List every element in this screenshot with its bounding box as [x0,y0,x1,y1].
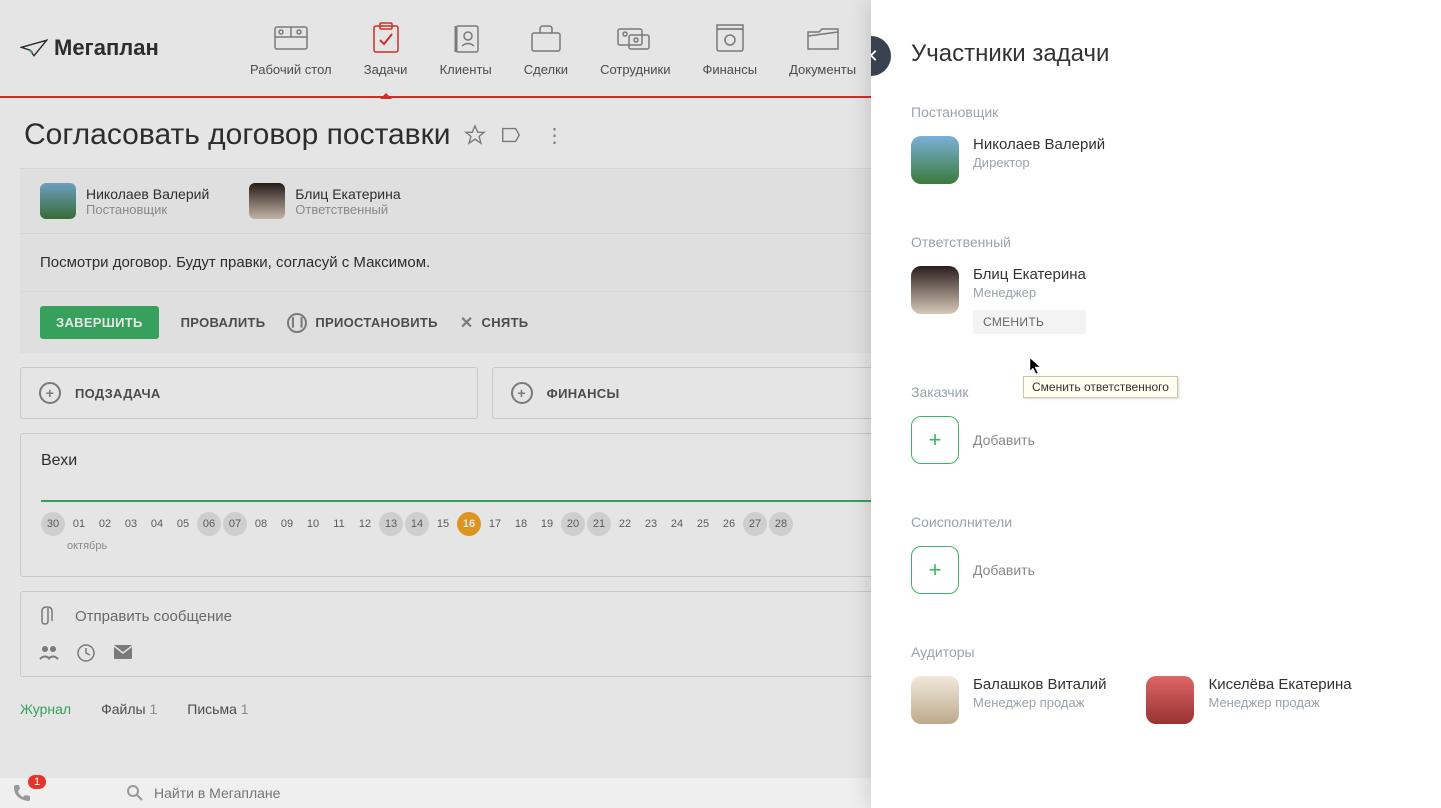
search-bar [126,784,454,802]
panel-title: Участники задачи [911,40,1401,68]
auditor-name: Балашков Виталий [973,676,1106,693]
plus-icon: + [911,546,959,594]
auditor-role: Менеджер продаж [973,695,1106,710]
phone-count: 1 [28,775,46,789]
cursor-icon [1029,357,1043,375]
coexec-label: Соисполнители [911,514,1401,530]
avatar [911,266,959,314]
creator-person[interactable]: Николаев Валерий Директор [911,136,1401,184]
avatar [911,676,959,724]
auditors-label: Аудиторы [911,644,1401,660]
assignee-role: Менеджер [973,285,1086,300]
coexec-section: Соисполнители + Добавить [911,514,1401,594]
add-customer-button[interactable]: + Добавить [911,416,1401,464]
auditor-person[interactable]: Киселёва Екатерина Менеджер продаж [1146,676,1351,724]
plus-icon: + [911,416,959,464]
change-assignee-button[interactable]: СМЕНИТЬ [973,310,1086,334]
participants-panel: ✕ Участники задачи Постановщик Николаев … [871,0,1441,808]
add-label: Добавить [973,432,1035,448]
assignee-name: Блиц Екатерина [973,266,1086,283]
creator-role: Директор [973,155,1105,170]
creator-section: Постановщик Николаев Валерий Директор [911,104,1401,184]
auditor-person[interactable]: Балашков Виталий Менеджер продаж [911,676,1106,724]
avatar [911,136,959,184]
search-icon[interactable] [126,784,144,802]
tooltip: Сменить ответственного [1023,376,1178,398]
add-label: Добавить [973,562,1035,578]
assignee-person[interactable]: Блиц Екатерина Менеджер СМЕНИТЬ [911,266,1401,334]
creator-name: Николаев Валерий [973,136,1105,153]
assignee-label: Ответственный [911,234,1401,250]
auditor-role: Менеджер продаж [1208,695,1351,710]
auditors-section: Аудиторы Балашков Виталий Менеджер прода… [911,644,1401,724]
auditor-name: Киселёва Екатерина [1208,676,1351,693]
assignee-section: Ответственный Блиц Екатерина Менеджер СМ… [911,234,1401,334]
search-input[interactable] [154,785,454,801]
phone-badge[interactable]: 1 [12,783,32,803]
close-button[interactable]: ✕ [871,36,891,76]
creator-label: Постановщик [911,104,1401,120]
add-coexec-button[interactable]: + Добавить [911,546,1401,594]
avatar [1146,676,1194,724]
